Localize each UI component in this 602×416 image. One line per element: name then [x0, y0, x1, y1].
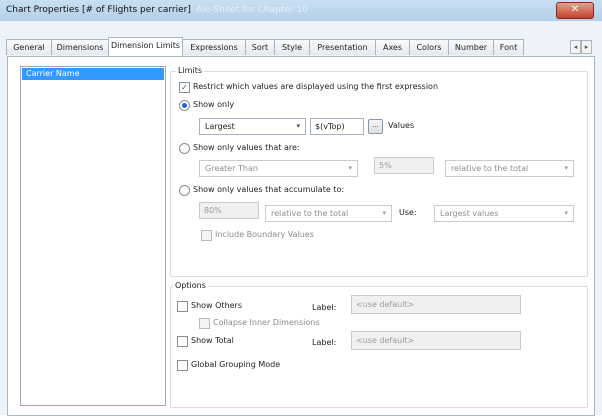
show-only-label: Show only: [193, 100, 235, 109]
include-boundary-label: Include Boundary Values: [215, 230, 314, 239]
expression-ellipsis-button[interactable]: ...: [368, 119, 383, 134]
values-label: Values: [388, 121, 415, 130]
tab-axes[interactable]: Axes: [375, 39, 410, 55]
show-total-checkbox[interactable]: [177, 336, 188, 347]
tab-presentation[interactable]: Presentation: [309, 39, 376, 55]
tab-colors[interactable]: Colors: [409, 39, 449, 55]
use-values-dropdown[interactable]: Largest values ▾: [434, 205, 574, 222]
options-group: Options Show Others Label: <use default>…: [170, 281, 588, 408]
tab-scroll-right-icon[interactable]: ▸: [581, 40, 592, 54]
accumulate-relative-dropdown[interactable]: relative to the total ▾: [265, 205, 392, 222]
tab-number[interactable]: Number: [448, 39, 494, 55]
window-title: Chart Properties [# of Flights per carri…: [6, 5, 191, 15]
chevron-down-icon: ▾: [382, 209, 386, 217]
chevron-down-icon: ▾: [348, 164, 352, 172]
use-label: Use:: [399, 208, 417, 217]
chevron-down-icon: ▾: [296, 122, 300, 130]
include-boundary-checkbox[interactable]: [201, 230, 212, 241]
title-bar[interactable]: Chart Properties [# of Flights per carri…: [0, 0, 602, 22]
dimension-list[interactable]: Carrier Name: [20, 66, 166, 406]
limits-group: Limits ✓ Restrict which values are displ…: [170, 66, 588, 277]
use-values-value: Largest values: [440, 209, 499, 218]
tab-scroll-left-icon[interactable]: ◂: [570, 40, 581, 54]
percent-threshold-input[interactable]: 5%: [374, 157, 434, 174]
restrict-label: Restrict which values are displayed usin…: [193, 82, 439, 91]
tab-dimensions[interactable]: Dimensions: [51, 39, 109, 55]
dimension-list-item[interactable]: Carrier Name: [22, 68, 164, 80]
tab-expressions[interactable]: Expressions: [182, 39, 246, 55]
accumulate-relative-value: relative to the total: [271, 209, 349, 218]
dialog-body: General Dimensions Dimension Limits Expr…: [0, 21, 602, 416]
accumulate-label: Show only values that accumulate to:: [193, 185, 345, 194]
chevron-down-icon: ▾: [564, 164, 568, 172]
largest-smallest-value: Largest: [205, 122, 235, 131]
global-grouping-checkbox[interactable]: [177, 360, 188, 371]
total-label-input[interactable]: <use default>: [351, 331, 521, 350]
show-only-radio[interactable]: [179, 100, 190, 111]
tab-panel: Carrier Name Limits ✓ Restrict which val…: [7, 56, 595, 416]
tab-dimension-limits[interactable]: Dimension Limits: [108, 37, 183, 56]
limits-group-label: Limits: [176, 66, 204, 75]
accumulate-radio[interactable]: [179, 185, 190, 196]
show-others-checkbox[interactable]: [177, 301, 188, 312]
chevron-down-icon: ▾: [564, 209, 568, 217]
accumulate-percent-input[interactable]: 80%: [199, 202, 259, 219]
collapse-inner-checkbox[interactable]: [199, 318, 210, 329]
others-label-caption: Label:: [312, 303, 337, 312]
tab-font[interactable]: Font: [493, 39, 524, 55]
others-label-input[interactable]: <use default>: [351, 295, 521, 314]
show-others-label: Show Others: [191, 301, 243, 310]
comparison-operator-value: Greater Than: [205, 164, 258, 173]
total-label-caption: Label:: [312, 338, 337, 347]
restrict-checkbox[interactable]: ✓: [179, 82, 190, 93]
tab-sort[interactable]: Sort: [245, 39, 275, 55]
show-total-label: Show Total: [191, 336, 234, 345]
background-window-title: Ale-Sheet for Chapter 10: [196, 5, 308, 15]
show-only-values-are-radio[interactable]: [179, 143, 190, 154]
relative-to-dropdown[interactable]: relative to the total ▾: [445, 160, 574, 177]
tab-general[interactable]: General: [6, 39, 52, 55]
options-group-label: Options: [173, 281, 208, 290]
largest-smallest-dropdown[interactable]: Largest ▾: [199, 118, 306, 135]
tab-style[interactable]: Style: [274, 39, 310, 55]
global-grouping-label: Global Grouping Mode: [191, 360, 281, 369]
relative-to-value: relative to the total: [451, 164, 529, 173]
collapse-inner-label: Collapse Inner Dimensions: [213, 318, 320, 327]
close-button[interactable]: ✕: [556, 2, 594, 19]
comparison-operator-dropdown[interactable]: Greater Than ▾: [199, 160, 358, 177]
show-only-values-are-label: Show only values that are:: [193, 143, 300, 152]
top-count-input[interactable]: $(vTop): [310, 118, 364, 135]
